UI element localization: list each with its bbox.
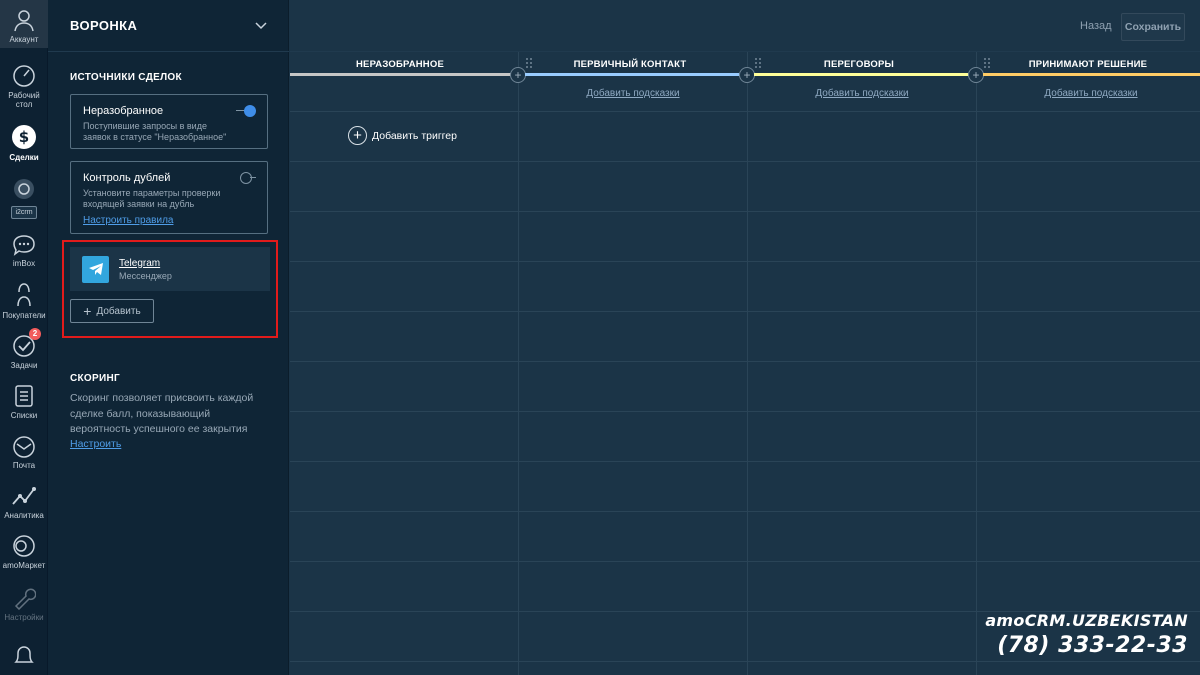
- toggle-knob: [240, 172, 252, 184]
- toggle-track: [250, 177, 256, 178]
- add-hints-link[interactable]: Добавить подсказки: [748, 88, 976, 99]
- plus-circle-icon: +: [348, 126, 367, 145]
- nav-mail[interactable]: Почта: [0, 436, 48, 470]
- deals-dollar-icon: $: [12, 125, 36, 149]
- source-name: Неразобранное: [83, 105, 164, 117]
- nav-label: imBox: [12, 259, 36, 268]
- i2crm-icon: [14, 179, 34, 199]
- source-description: Установите параметры проверки входящей з…: [83, 188, 221, 209]
- nav-label: Рабочий стол: [8, 91, 40, 109]
- source-name: Контроль дублей: [83, 172, 171, 184]
- plus-icon: +: [83, 303, 92, 319]
- stage-title-first-contact[interactable]: ПЕРВИЧНЫЙ КОНТАКТ: [520, 59, 740, 71]
- nav-deals[interactable]: $ Сделки: [0, 124, 48, 162]
- lists-icon: [15, 385, 33, 407]
- nav-label: Покупатели: [2, 311, 46, 320]
- nav-tasks[interactable]: 2 Задачи: [0, 328, 48, 370]
- stage-title-unsorted: НЕРАЗОБРАННОЕ: [355, 59, 444, 70]
- scoring-description: Скоринг позволяет присвоить каждой сделк…: [70, 392, 254, 435]
- stage-bar-first-contact: [525, 73, 739, 76]
- telegram-type: Мессенджер: [119, 270, 172, 281]
- pipeline-board: Назад Сохранить НЕРАЗОБРАННОЕ + ПЕРВИЧНЫ…: [290, 0, 1200, 675]
- nav-account[interactable]: Аккаунт: [0, 0, 48, 48]
- mail-icon: [13, 436, 35, 458]
- watermark-phone: (78) 333-22-33: [997, 633, 1188, 658]
- source-card-duplicates: Контроль дублей Установите параметры про…: [70, 161, 268, 234]
- stage-bar-negotiation: [754, 73, 968, 76]
- source-description: Поступившие запросы в виде заявок в стат…: [83, 121, 227, 142]
- nav-label: Почта: [12, 461, 36, 470]
- chat-bubble-icon: [13, 235, 35, 256]
- add-source-label: Добавить: [96, 305, 141, 317]
- telegram-logo-icon: [82, 255, 109, 283]
- source-card-unsorted: Неразобранное Поступившие запросы в виде…: [70, 94, 268, 149]
- scoring-configure-link[interactable]: Настроить: [70, 438, 121, 450]
- telegram-name[interactable]: Telegram: [119, 258, 172, 269]
- nav-i2crm[interactable]: i2crm: [0, 178, 48, 219]
- chevron-down-icon[interactable]: [255, 21, 267, 30]
- toggle-knob: [244, 105, 256, 117]
- pipeline-title: ВОРОНКА: [70, 18, 138, 33]
- board-grid: [290, 52, 1200, 675]
- nav-label: i2crm: [11, 206, 37, 219]
- nav-label: Списки: [10, 411, 38, 420]
- nav-label: Настройки: [4, 613, 44, 622]
- analytics-icon: [12, 487, 36, 505]
- nav-label: amoМаркет: [2, 561, 46, 570]
- user-icon: [14, 10, 34, 32]
- panel-header[interactable]: ВОРОНКА: [48, 0, 289, 52]
- dashboard-icon: [13, 65, 35, 87]
- scoring-title: СКОРИНГ: [70, 373, 120, 384]
- nav-dashboard[interactable]: Рабочий стол: [0, 64, 48, 109]
- duplicates-toggle[interactable]: [236, 172, 256, 184]
- nav-lists[interactable]: Списки: [0, 384, 48, 420]
- main-nav: Аккаунт Рабочий стол $ Сделки i2crm imBo…: [0, 0, 48, 675]
- unsorted-toggle[interactable]: [236, 105, 256, 117]
- add-trigger-label: Добавить триггер: [372, 129, 457, 142]
- nav-label: Аккаунт: [9, 35, 39, 44]
- add-hints-link[interactable]: Добавить подсказки: [977, 88, 1200, 99]
- svg-text:$: $: [19, 128, 29, 146]
- market-icon: [13, 535, 35, 557]
- sources-title: ИСТОЧНИКИ СДЕЛОК: [70, 72, 182, 83]
- nav-label: Аналитика: [4, 511, 44, 520]
- add-source-button[interactable]: + Добавить: [70, 299, 154, 323]
- stage-bar-unsorted: [290, 73, 511, 76]
- nav-label: Задачи: [10, 361, 38, 370]
- add-trigger-button[interactable]: + Добавить триггер: [348, 126, 457, 145]
- settings-wrench-icon: [14, 588, 36, 610]
- configure-rules-link[interactable]: Настроить правила: [83, 215, 173, 226]
- watermark-brand: amoCRM.UZBEKISTAN: [985, 611, 1188, 630]
- nav-settings[interactable]: Настройки: [0, 586, 48, 622]
- nav-imbox[interactable]: imBox: [0, 234, 48, 268]
- stage-bar-decision: [983, 73, 1200, 76]
- buyers-icon: [17, 283, 31, 307]
- stage-title-decision[interactable]: ПРИНИМАЮТ РЕШЕНИЕ: [978, 59, 1198, 71]
- nav-analytics[interactable]: Аналитика: [0, 484, 48, 520]
- nav-amomarket[interactable]: amoМаркет: [0, 534, 48, 570]
- telegram-source[interactable]: Telegram Мессенджер: [70, 247, 270, 291]
- add-hints-link[interactable]: Добавить подсказки: [519, 88, 747, 99]
- stage-title-negotiation[interactable]: ПЕРЕГОВОРЫ: [749, 59, 969, 71]
- tasks-badge: 2: [29, 328, 41, 340]
- notifications-bell-icon: [14, 646, 34, 663]
- nav-notifications[interactable]: [0, 642, 48, 671]
- nav-buyers[interactable]: Покупатели: [0, 282, 48, 320]
- nav-label: Сделки: [9, 153, 39, 162]
